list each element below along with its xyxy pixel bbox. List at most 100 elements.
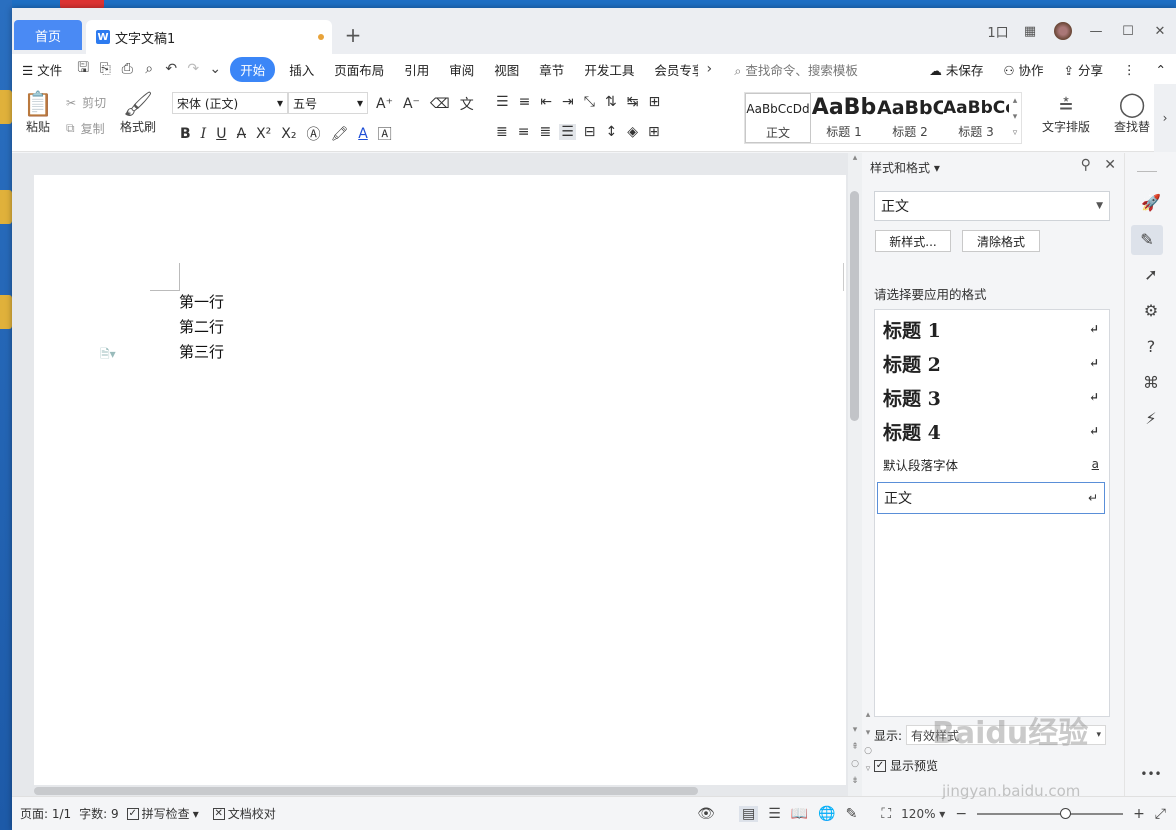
zoom-level[interactable]: 120% ▾ bbox=[901, 807, 945, 821]
close-pane-icon[interactable]: ✕ bbox=[1104, 157, 1116, 173]
justify-icon[interactable]: ☰ bbox=[559, 124, 576, 140]
tab-view[interactable]: 视图 bbox=[484, 60, 529, 79]
vertical-scrollbar[interactable]: ▴ ▾ ⇞ ○ ⇟ bbox=[848, 153, 862, 796]
tab-review[interactable]: 审阅 bbox=[439, 60, 484, 79]
document-page[interactable]: 第一行 第二行 第三行 🗎▾ bbox=[34, 175, 846, 785]
zoom-in-icon[interactable]: + bbox=[1133, 806, 1145, 822]
new-style-button[interactable]: 新样式... bbox=[875, 230, 951, 252]
horizontal-scrollbar[interactable] bbox=[34, 785, 846, 795]
bold-icon[interactable]: B bbox=[178, 126, 193, 142]
document-line[interactable]: 第一行 bbox=[179, 291, 224, 312]
style-pen-icon[interactable]: ✎ bbox=[1131, 225, 1163, 255]
tab-member[interactable]: 会员专享 bbox=[644, 60, 698, 79]
borders-icon[interactable]: ⊞ bbox=[646, 124, 662, 140]
writing-mode-icon[interactable]: ✎ bbox=[846, 806, 858, 822]
redo-icon[interactable]: ↷ bbox=[182, 61, 204, 77]
strikethrough-icon[interactable]: A̶ bbox=[234, 126, 248, 142]
user-avatar[interactable] bbox=[1054, 22, 1072, 40]
font-name-select[interactable]: 宋体 (正文) ▾ bbox=[172, 92, 288, 114]
align-center-icon[interactable]: ≡ bbox=[516, 124, 532, 140]
subscript-icon[interactable]: X₂ bbox=[279, 126, 298, 142]
increase-indent-icon[interactable]: ⇥ bbox=[560, 94, 576, 110]
tab-document[interactable]: W 文字文稿1 bbox=[86, 20, 332, 54]
page-nav-icons[interactable]: ▾ ⇞ ○ ⇟ bbox=[848, 722, 862, 790]
scroll-up-icon[interactable]: ▴ bbox=[848, 153, 862, 163]
rocket-icon[interactable]: 🚀 bbox=[1125, 193, 1176, 212]
chinese-layout-icon[interactable]: ⤡ bbox=[582, 94, 597, 110]
word-count[interactable]: 字数: 9 bbox=[79, 805, 119, 822]
page-count[interactable]: 页面: 1/1 bbox=[20, 805, 71, 822]
gallery-style-heading3[interactable]: AaBbCc 标题 3 bbox=[943, 93, 1009, 143]
pin-icon[interactable]: ⚲ bbox=[1081, 157, 1091, 173]
save-icon[interactable]: 🖫 bbox=[72, 57, 94, 81]
superscript-icon[interactable]: X² bbox=[254, 126, 273, 142]
reading-view-icon[interactable]: 📖 bbox=[791, 806, 808, 822]
styles-pane-title[interactable]: 样式和格式 ▾ bbox=[870, 159, 940, 176]
text-layout-button[interactable]: ⩮ 文字排版 bbox=[1034, 90, 1098, 135]
style-item-normal[interactable]: 正文 ↵ bbox=[877, 482, 1105, 514]
document-line[interactable]: 第三行 bbox=[179, 341, 224, 362]
tab-start[interactable]: 开始 bbox=[230, 56, 276, 82]
pane-scroll-icons[interactable]: ▴ ▾ ○ ▿ bbox=[862, 706, 874, 778]
paragraph-direction-icon[interactable]: ↹ bbox=[625, 94, 641, 110]
desktop-folder-icon[interactable] bbox=[0, 295, 12, 329]
quick-access-more-icon[interactable]: ⌄ bbox=[204, 61, 226, 77]
tab-chapter[interactable]: 章节 bbox=[529, 60, 574, 79]
more-options-icon[interactable]: ⋮ bbox=[1113, 62, 1146, 77]
share-button[interactable]: ⇪ 分享 bbox=[1054, 60, 1113, 79]
print-icon[interactable]: ⎙ bbox=[116, 61, 138, 77]
lightning-icon[interactable]: ⚡ bbox=[1125, 409, 1176, 428]
grow-font-icon[interactable]: A⁺ bbox=[374, 96, 395, 112]
page-view-icon[interactable]: ▤ bbox=[738, 806, 759, 822]
gallery-style-heading2[interactable]: AaBbC 标题 2 bbox=[877, 93, 943, 143]
eye-protection-icon[interactable]: 👁 bbox=[697, 806, 715, 822]
decrease-indent-icon[interactable]: ⇤ bbox=[538, 94, 554, 110]
command-search[interactable]: ⌕ 查找命令、搜索模板 bbox=[734, 60, 858, 79]
rail-more-icon[interactable]: ••• bbox=[1125, 767, 1176, 781]
web-view-icon[interactable]: 🌐 bbox=[818, 806, 835, 822]
collaborate-button[interactable]: ⚇ 协作 bbox=[993, 60, 1053, 79]
translate-icon[interactable]: ⌘ bbox=[1125, 373, 1176, 392]
line-spacing-icon[interactable]: ↕ bbox=[604, 124, 620, 140]
scroll-tabs-right-icon[interactable]: › bbox=[698, 61, 720, 77]
show-marks-icon[interactable]: ⊞ bbox=[646, 94, 662, 110]
new-tab-button[interactable]: + bbox=[342, 24, 364, 46]
char-border-icon[interactable]: 🄰 bbox=[376, 124, 394, 144]
spell-check-toggle[interactable]: ✓ 拼写检查 ▾ bbox=[126, 805, 199, 822]
numbered-list-icon[interactable]: ≡ bbox=[517, 94, 533, 110]
property-sliders-icon[interactable]: ⚙ bbox=[1125, 301, 1176, 320]
show-preview-row[interactable]: ✓ 显示预览 bbox=[874, 757, 938, 774]
bullet-list-icon[interactable]: ☰ bbox=[494, 94, 511, 110]
close-window-button[interactable]: ✕ bbox=[1144, 24, 1176, 39]
ribbon-scroll-right-icon[interactable]: › bbox=[1154, 84, 1176, 152]
zoom-out-icon[interactable]: − bbox=[955, 806, 967, 822]
shrink-font-icon[interactable]: A⁻ bbox=[401, 96, 422, 112]
fullscreen-icon[interactable]: ⤢ bbox=[1155, 806, 1166, 822]
text-effect-icon[interactable]: Ⓐ bbox=[304, 124, 322, 144]
print-preview-icon[interactable]: ⌕ bbox=[138, 61, 160, 77]
tab-developer[interactable]: 开发工具 bbox=[574, 60, 644, 79]
clear-format-button[interactable]: 清除格式 bbox=[962, 230, 1040, 252]
current-style-select[interactable]: 正文 ▼ bbox=[874, 191, 1110, 221]
undo-icon[interactable]: ↶ bbox=[160, 61, 182, 77]
align-left-icon[interactable]: ≣ bbox=[494, 124, 510, 140]
cut-button[interactable]: ✂ 剪切 bbox=[66, 94, 106, 111]
find-replace-button[interactable]: ◯ 查找替 bbox=[1112, 90, 1152, 135]
paragraph-handle-icon[interactable]: 🗎▾ bbox=[100, 345, 116, 366]
zoom-slider-knob[interactable] bbox=[1059, 808, 1071, 819]
gallery-style-normal[interactable]: AaBbCcDd 正文 bbox=[745, 93, 811, 143]
copy-button[interactable]: ⧉ 复制 bbox=[66, 120, 105, 137]
apps-grid-icon[interactable]: ▦ bbox=[1014, 24, 1046, 39]
phonetic-guide-icon[interactable]: 文 bbox=[458, 94, 476, 114]
document-line[interactable]: 第二行 bbox=[179, 316, 224, 337]
help-icon[interactable]: ? bbox=[1125, 337, 1176, 356]
format-painter-button[interactable]: 🖌 格式刷 bbox=[118, 90, 158, 135]
font-size-select[interactable]: 五号 ▾ bbox=[288, 92, 368, 114]
sort-icon[interactable]: ⇅ bbox=[603, 94, 619, 110]
export-pdf-icon[interactable]: ⎘ bbox=[94, 61, 116, 77]
proofread-button[interactable]: ✕ 文档校对 bbox=[212, 805, 276, 822]
tab-insert[interactable]: 插入 bbox=[279, 60, 324, 79]
minimize-button[interactable]: — bbox=[1080, 24, 1112, 39]
vertical-scroll-thumb[interactable] bbox=[850, 191, 859, 421]
zoom-slider[interactable] bbox=[977, 808, 1124, 819]
